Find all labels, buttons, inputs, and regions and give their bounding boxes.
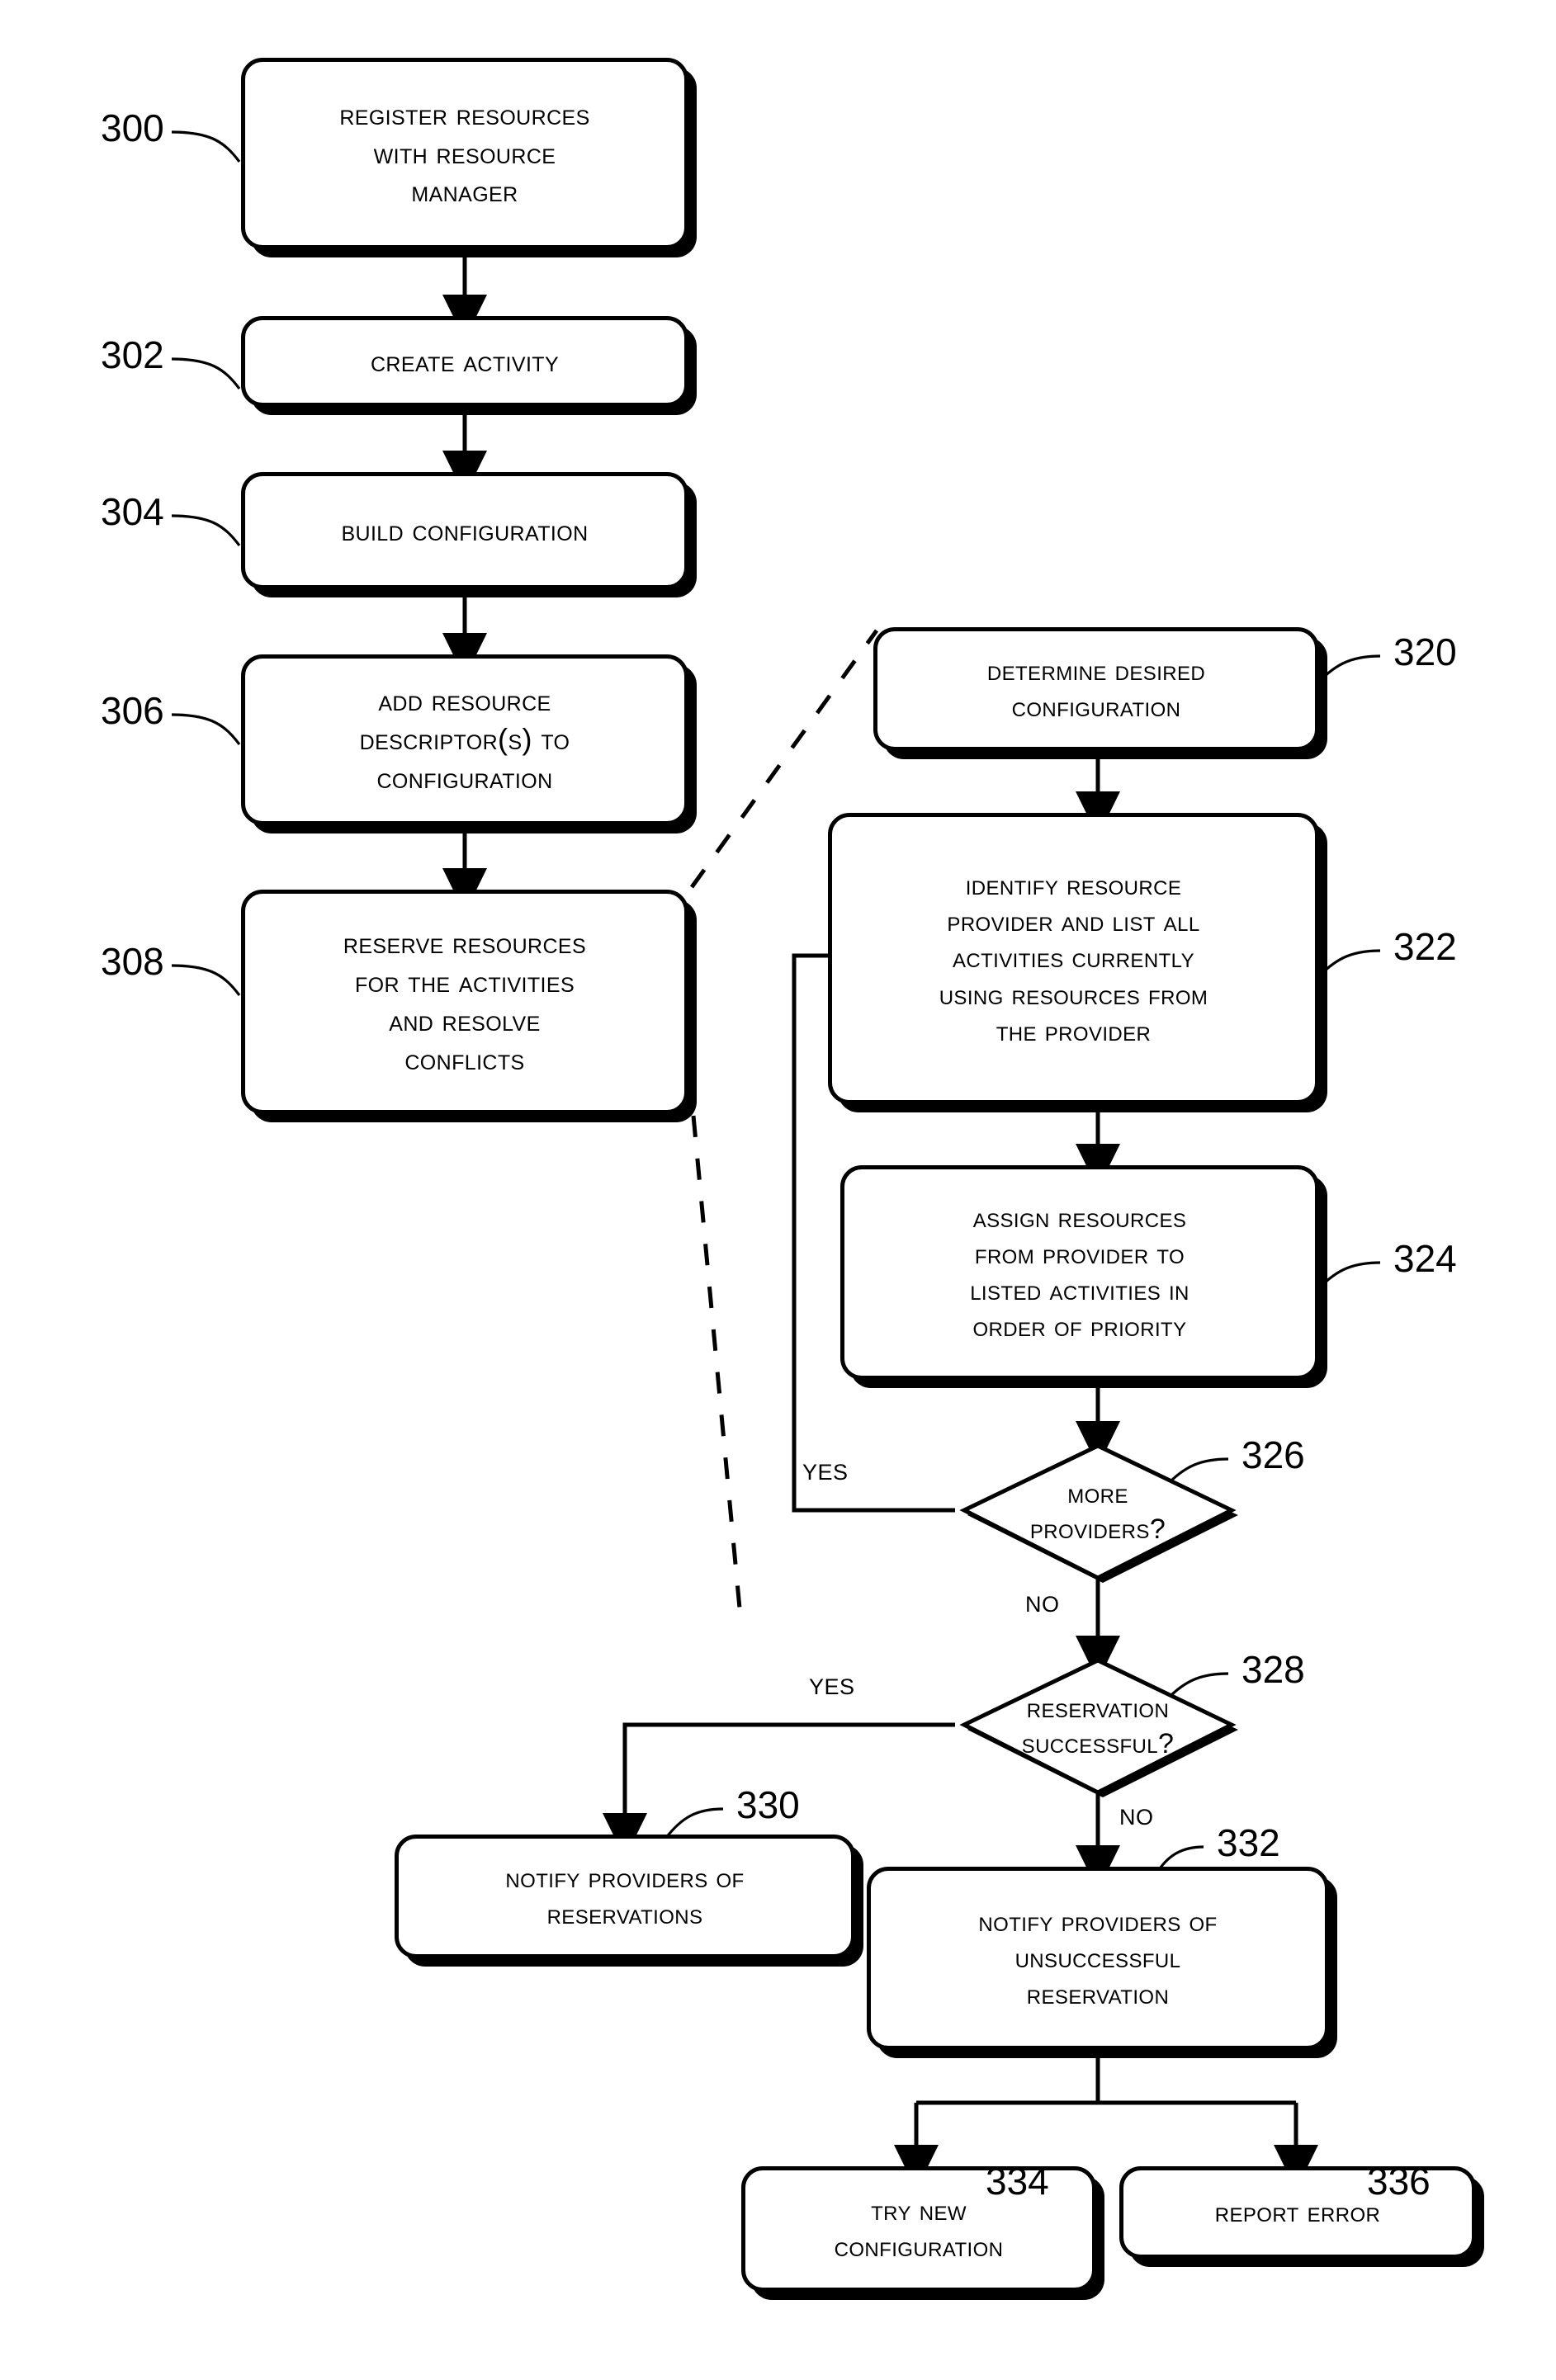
process-box-determine-desired-configuration[interactable]: Determine Desired Configuration <box>873 627 1319 751</box>
process-box-identify-resource-provider[interactable]: Identify Resource Provider and List All … <box>828 813 1319 1104</box>
edge-label-more-providers-no: No <box>1025 1584 1060 1619</box>
reference-numeral-322: 322 <box>1393 925 1457 968</box>
process-box-build-configuration[interactable]: Build Configuration <box>241 472 688 589</box>
reference-numeral-332: 332 <box>1217 1821 1280 1864</box>
leader-302 <box>171 357 241 390</box>
leader-306 <box>171 713 241 745</box>
process-box-notify-providers-reservations[interactable]: Notify Providers of Reservations <box>395 1835 855 1958</box>
reference-numeral-328: 328 <box>1241 1648 1305 1691</box>
leader-308 <box>171 964 241 996</box>
edge-label-reservation-yes: Yes <box>809 1667 855 1702</box>
process-box-register-resources-label: Register Resources with Resource Manager <box>339 97 590 209</box>
expansion-callout-lines <box>689 629 879 1627</box>
reference-numeral-306: 306 <box>101 689 164 732</box>
process-box-add-resource-descriptors-label: Add Resource Descriptor(s) to Configurat… <box>359 683 570 795</box>
patent-figure-canvas: Register Resources with Resource Manager… <box>0 0 1556 2380</box>
process-box-notify-providers-unsuccessful-label: Notify Providers of Unsuccessful Reserva… <box>978 1905 1218 2011</box>
reference-numeral-326: 326 <box>1241 1433 1305 1476</box>
process-box-add-resource-descriptors[interactable]: Add Resource Descriptor(s) to Configurat… <box>241 654 688 825</box>
decision-box-reservation-successful[interactable]: Reservation Successful? <box>964 1660 1232 1792</box>
reference-numeral-300: 300 <box>101 106 164 149</box>
process-box-create-activity-label: Create Activity <box>370 343 560 378</box>
process-box-build-configuration-label: Build Configuration <box>341 512 589 547</box>
reference-numeral-336: 336 <box>1367 2160 1431 2203</box>
process-box-assign-resources[interactable]: Assign Resources From Provider To listed… <box>840 1165 1319 1380</box>
dashed-line-lower <box>691 1115 744 1627</box>
leader-320 <box>1317 654 1381 683</box>
process-box-notify-providers-unsuccessful[interactable]: Notify Providers of Unsuccessful Reserva… <box>867 1867 1329 2050</box>
reference-numeral-320: 320 <box>1393 630 1457 673</box>
leader-304 <box>171 514 241 546</box>
reference-numeral-324: 324 <box>1393 1237 1457 1280</box>
edge-label-more-providers-yes: Yes <box>802 1452 849 1487</box>
process-box-notify-providers-reservations-label: Notify Providers of Reservations <box>505 1862 745 1930</box>
decision-box-more-providers[interactable]: More Providers? <box>964 1446 1232 1578</box>
process-box-register-resources[interactable]: Register Resources with Resource Manager <box>241 58 688 249</box>
reference-numeral-334: 334 <box>986 2160 1049 2203</box>
process-box-determine-desired-configuration-label: Determine Desired Configuration <box>986 654 1206 723</box>
process-box-assign-resources-label: Assign Resources From Provider To listed… <box>970 1202 1189 1343</box>
leader-322 <box>1317 949 1381 978</box>
process-box-create-activity[interactable]: Create Activity <box>241 316 688 407</box>
decision-box-reservation-successful-label: Reservation Successful? <box>1021 1693 1175 1759</box>
process-box-identify-resource-provider-label: Identify Resource Provider and List All … <box>939 870 1208 1047</box>
reference-numeral-308: 308 <box>101 940 164 983</box>
process-box-report-error-label: Report Error <box>1214 2196 1381 2228</box>
reference-numeral-302: 302 <box>101 333 164 376</box>
reference-numeral-304: 304 <box>101 490 164 533</box>
leader-324 <box>1317 1261 1381 1290</box>
process-box-try-new-configuration-label: Try New Configuration <box>834 2194 1004 2263</box>
process-box-reserve-resources-label: Reserve Resources For The Activities And… <box>343 926 587 1076</box>
process-box-reserve-resources[interactable]: Reserve Resources For The Activities And… <box>241 890 688 1114</box>
leader-300 <box>171 130 241 163</box>
decision-box-more-providers-label: More Providers? <box>1029 1478 1166 1545</box>
reference-numeral-330: 330 <box>736 1783 800 1826</box>
edge-label-reservation-no: No <box>1119 1797 1154 1832</box>
